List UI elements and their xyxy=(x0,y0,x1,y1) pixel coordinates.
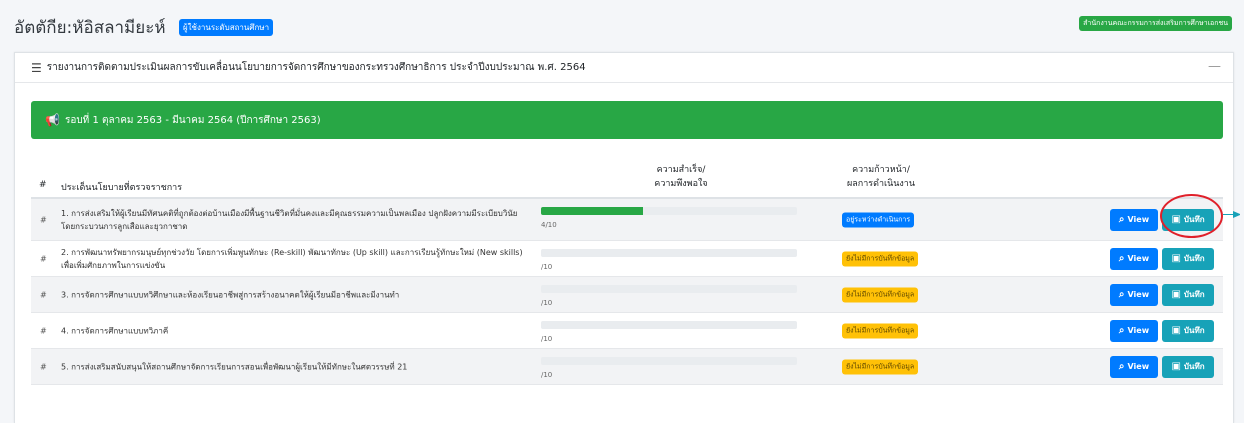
row-issue: 5. การส่งเสริมสนับสนุนให้สถานศึกษาจัดการ… xyxy=(61,362,408,371)
row-score: /10 xyxy=(541,335,553,343)
round-banner: 📢 รอบที่ 1 ตุลาคม 2563 - มีนาคม 2564 (ปี… xyxy=(31,101,1223,139)
status-badge: ยังไม่มีการบันทึกข้อมูล xyxy=(842,251,919,266)
search-icon: ⌕ xyxy=(1118,361,1125,372)
floppy-disk-icon: ▣ xyxy=(1171,361,1181,372)
column-header-progress-line2: ผลการดำเนินงาน xyxy=(846,179,915,189)
role-badge: ผู้ใช้งานระดับสถานศึกษา xyxy=(178,19,274,36)
view-button[interactable]: ⌕ View xyxy=(1110,319,1158,342)
collapse-button[interactable]: — xyxy=(1208,59,1221,74)
save-button[interactable]: ▣ บันทึก xyxy=(1162,283,1214,306)
search-icon: ⌕ xyxy=(1118,253,1125,264)
progress-bar xyxy=(541,207,797,215)
save-button-label: บันทึก xyxy=(1183,290,1205,299)
row-issue: 4. การจัดการศึกษาแบบทวิภาคี xyxy=(61,326,169,335)
progress-bar xyxy=(541,321,797,329)
row-issue: 3. การจัดการศึกษาแบบทวิศึกษาและห้องเรียน… xyxy=(61,290,400,299)
save-button-label: บันทึก xyxy=(1183,326,1205,335)
table-row: # 1. การส่งเสริมให้ผู้เรียนมีทัศนคติที่ถ… xyxy=(31,199,1223,241)
column-header-success: ความสำเร็จ/ ความพึงพอใจ xyxy=(561,163,801,191)
column-header-progress-line1: ความก้าวหน้า/ xyxy=(852,165,910,175)
row-hash: # xyxy=(40,215,47,224)
view-button[interactable]: ⌕ View xyxy=(1110,247,1158,270)
view-button-label: View xyxy=(1127,326,1150,335)
row-score: /10 xyxy=(541,371,553,379)
pointer-arrow-head xyxy=(1233,211,1240,218)
save-button-label: บันทึก xyxy=(1183,254,1205,263)
table-header: # ประเด็นนโยบายที่ตรวจราชการ ความสำเร็จ/… xyxy=(31,153,1223,199)
table-row: # 2. การพัฒนาทรัพยากรมนุษย์ทุกช่วงวัย โด… xyxy=(31,241,1223,277)
column-header-progress: ความก้าวหน้า/ ผลการดำเนินงาน xyxy=(811,163,951,191)
save-button[interactable]: ▣ บันทึก xyxy=(1162,319,1214,342)
report-card: ☰ รายงานการติดตามประเมินผลการขับเคลื่อนน… xyxy=(14,52,1234,423)
table-row: # 5. การส่งเสริมสนับสนุนให้สถานศึกษาจัดก… xyxy=(31,349,1223,385)
view-button[interactable]: ⌕ View xyxy=(1110,208,1158,231)
row-hash: # xyxy=(40,362,47,371)
progress-bar xyxy=(541,285,797,293)
view-button[interactable]: ⌕ View xyxy=(1110,283,1158,306)
megaphone-icon: 📢 xyxy=(45,113,60,127)
row-score: /10 xyxy=(541,299,553,307)
search-icon: ⌕ xyxy=(1118,325,1125,336)
row-hash: # xyxy=(40,254,47,263)
view-button-label: View xyxy=(1127,254,1150,263)
org-badge: สำนักงานคณะกรรมการส่งเสริมการศึกษาเอกชน xyxy=(1079,16,1232,31)
card-title: รายงานการติดตามประเมินผลการขับเคลื่อนนโย… xyxy=(46,62,586,73)
status-badge: ยังไม่มีการบันทึกข้อมูล xyxy=(842,323,919,338)
view-button[interactable]: ⌕ View xyxy=(1110,355,1158,378)
policy-table: # ประเด็นนโยบายที่ตรวจราชการ ความสำเร็จ/… xyxy=(31,153,1223,385)
top-bar: อัตตักีย:หัอิสลามียะห์ ผู้ใช้งานระดับสถา… xyxy=(0,0,1244,52)
column-header-success-line2: ความพึงพอใจ xyxy=(654,179,708,189)
highlight-circle-annotation xyxy=(1160,194,1223,238)
row-issue: 2. การพัฒนาทรัพยากรมนุษย์ทุกช่วงวัย โดยก… xyxy=(61,247,523,270)
row-hash: # xyxy=(40,326,47,335)
row-score: 4/10 xyxy=(541,221,557,229)
status-badge: ยังไม่มีการบันทึกข้อมูล xyxy=(842,359,919,374)
status-badge: อยู่ระหว่างดำเนินการ xyxy=(842,212,915,227)
save-button[interactable]: ▣ บันทึก xyxy=(1162,247,1214,270)
progress-bar xyxy=(541,357,797,365)
row-hash: # xyxy=(40,290,47,299)
search-icon: ⌕ xyxy=(1118,289,1125,300)
search-icon: ⌕ xyxy=(1118,214,1125,225)
table-row: # 4. การจัดการศึกษาแบบทวิภาคี /10 ยังไม่… xyxy=(31,313,1223,349)
column-header-hash: # xyxy=(39,180,47,190)
school-name: อัตตักีย:หัอิสลามียะห์ xyxy=(14,18,166,38)
row-score: /10 xyxy=(541,263,553,271)
floppy-disk-icon: ▣ xyxy=(1171,289,1181,300)
card-header: ☰ รายงานการติดตามประเมินผลการขับเคลื่อนน… xyxy=(15,53,1233,83)
status-badge: ยังไม่มีการบันทึกข้อมูล xyxy=(842,287,919,302)
view-button-label: View xyxy=(1127,215,1150,224)
column-header-success-line1: ความสำเร็จ/ xyxy=(656,165,706,175)
banner-text: รอบที่ 1 ตุลาคม 2563 - มีนาคม 2564 (ปีกา… xyxy=(64,114,321,126)
list-icon: ☰ xyxy=(31,60,42,75)
view-button-label: View xyxy=(1127,362,1150,371)
progress-bar-fill xyxy=(541,207,644,215)
table-row: # 3. การจัดการศึกษาแบบทวิศึกษาและห้องเรี… xyxy=(31,277,1223,313)
row-issue: 1. การส่งเสริมให้ผู้เรียนมีทัศนคติที่ถูก… xyxy=(61,208,518,231)
progress-bar xyxy=(541,249,797,257)
save-button[interactable]: ▣ บันทึก xyxy=(1162,355,1214,378)
save-button-label: บันทึก xyxy=(1183,362,1205,371)
floppy-disk-icon: ▣ xyxy=(1171,325,1181,336)
floppy-disk-icon: ▣ xyxy=(1171,253,1181,264)
column-header-issue: ประเด็นนโยบายที่ตรวจราชการ xyxy=(61,183,183,193)
page-title: อัตตักีย:หัอิสลามียะห์ ผู้ใช้งานระดับสถา… xyxy=(14,14,274,41)
view-button-label: View xyxy=(1127,290,1150,299)
